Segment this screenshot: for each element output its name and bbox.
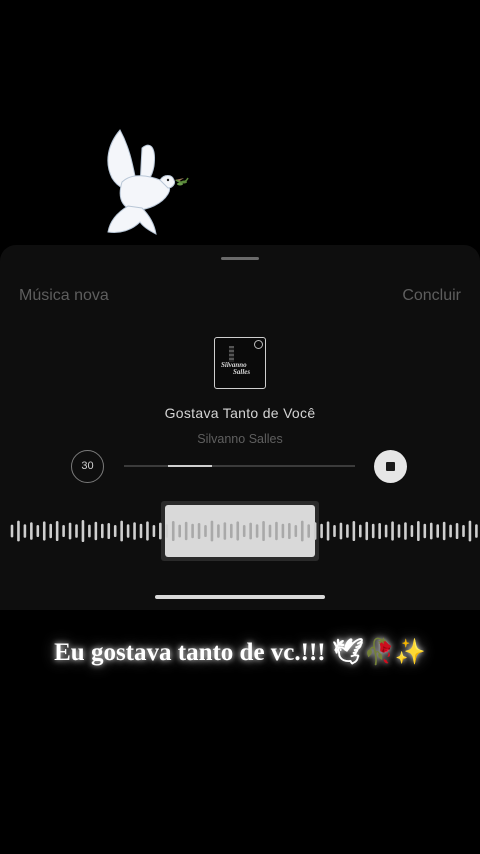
- waveform-bar: [281, 523, 285, 539]
- waveform-bar: [242, 525, 246, 537]
- waveform-bar: [30, 522, 33, 540]
- waveform-bar: [397, 524, 401, 538]
- waveform-bar: [333, 525, 336, 537]
- waveform-bar: [171, 521, 175, 541]
- waveform-bar: [346, 524, 349, 538]
- waveform-bar: [442, 521, 446, 541]
- waveform-bar: [275, 521, 278, 541]
- waveform-bar: [204, 525, 207, 537]
- waveform-bar: [184, 521, 188, 541]
- waveform-bar: [17, 520, 20, 542]
- waveform-scrubber[interactable]: [0, 501, 480, 561]
- story-caption: Eu gostava tanto de vc.!!! 🕊🥀✨: [54, 639, 426, 666]
- waveform-bar: [62, 525, 65, 537]
- waveform-bar: [159, 522, 162, 540]
- waveform-bar: [436, 524, 439, 538]
- waveform-bar: [294, 525, 298, 537]
- waveform-bar: [191, 523, 194, 539]
- waveform-bar: [462, 525, 465, 537]
- waveform-bar: [404, 522, 407, 540]
- album-art: Silvanno Salles: [214, 337, 266, 389]
- waveform-bar: [371, 523, 375, 539]
- waveform-bar: [410, 525, 414, 537]
- album-art-text: Silvanno Salles: [221, 362, 250, 376]
- waveform-bar: [429, 522, 433, 540]
- waveform-bar: [165, 524, 169, 538]
- song-title: Gostava Tanto de Você: [164, 405, 316, 421]
- music-picker-sheet: Música nova Concluir Silvanno Salles Gos…: [0, 245, 480, 610]
- waveform-bar: [423, 523, 427, 539]
- waveform-bar: [23, 524, 27, 538]
- waveform-bar: [391, 521, 394, 541]
- waveform-bar: [475, 524, 478, 538]
- waveform-bar: [210, 520, 214, 542]
- waveform-bar: [320, 523, 323, 539]
- album-badge-icon: [254, 340, 263, 349]
- waveform-bar: [68, 522, 72, 540]
- home-indicator: [155, 595, 325, 599]
- waveform-bar: [120, 520, 123, 542]
- waveform-bar: [88, 524, 91, 538]
- waveform-bar: [146, 521, 149, 541]
- waveform-bar: [378, 523, 381, 539]
- waveform-bar: [101, 523, 104, 539]
- waveform-bar: [139, 523, 143, 539]
- waveform-bar: [455, 523, 459, 539]
- waveform-bar: [236, 521, 240, 541]
- waveform-bar: [384, 524, 388, 538]
- waveform-bar: [268, 524, 272, 538]
- waveform-bar: [133, 522, 136, 540]
- waveform-bar: [75, 524, 78, 538]
- waveform-bar: [326, 521, 330, 541]
- stop-button[interactable]: [374, 450, 407, 483]
- waveform-bar: [365, 521, 369, 541]
- waveform-bar: [107, 523, 111, 539]
- waveform-bar: [307, 524, 310, 538]
- clip-duration-button[interactable]: 30: [71, 450, 104, 483]
- new-music-button[interactable]: Música nova: [19, 287, 109, 305]
- waveform-bar: [81, 520, 85, 542]
- waveform-bar: [449, 524, 452, 538]
- stop-icon: [386, 462, 395, 471]
- waveform-bar: [197, 523, 201, 539]
- waveform-bar: [262, 521, 265, 541]
- waveform-bar: [352, 521, 356, 541]
- waveform-bar: [113, 525, 117, 537]
- waveform-bar: [217, 524, 220, 538]
- waveform-bar: [126, 524, 130, 538]
- waveform-bar: [230, 523, 233, 539]
- album-stripe: [229, 346, 234, 362]
- waveform-bar: [417, 521, 420, 541]
- waveform-bar: [468, 520, 472, 542]
- waveform-bar: [94, 521, 98, 541]
- waveform-bar: [10, 524, 14, 538]
- waveform-bar: [288, 523, 291, 539]
- waveform-bar: [300, 520, 304, 542]
- done-button[interactable]: Concluir: [402, 287, 461, 305]
- song-artist: Silvanno Salles: [197, 432, 283, 446]
- waveform-bar: [255, 524, 259, 538]
- waveform-bar: [42, 521, 46, 541]
- waveform-bar: [36, 525, 40, 537]
- waveform-bar: [359, 524, 362, 538]
- sheet-drag-handle[interactable]: [221, 257, 259, 260]
- waveform-bar: [223, 522, 227, 540]
- waveform-bar: [55, 521, 59, 541]
- waveform-bar: [178, 524, 181, 538]
- album-art-line2: Salles: [233, 368, 251, 376]
- progress-fill: [167, 465, 212, 467]
- waveform-bar: [49, 523, 52, 539]
- selection-window[interactable]: [165, 505, 315, 557]
- progress-track[interactable]: [124, 465, 355, 467]
- waveform-bar: [313, 522, 317, 540]
- waveform-bar: [152, 525, 156, 537]
- dove-sticker-icon[interactable]: [98, 122, 190, 240]
- waveform-bar: [249, 522, 252, 540]
- waveform-bar: [339, 522, 343, 540]
